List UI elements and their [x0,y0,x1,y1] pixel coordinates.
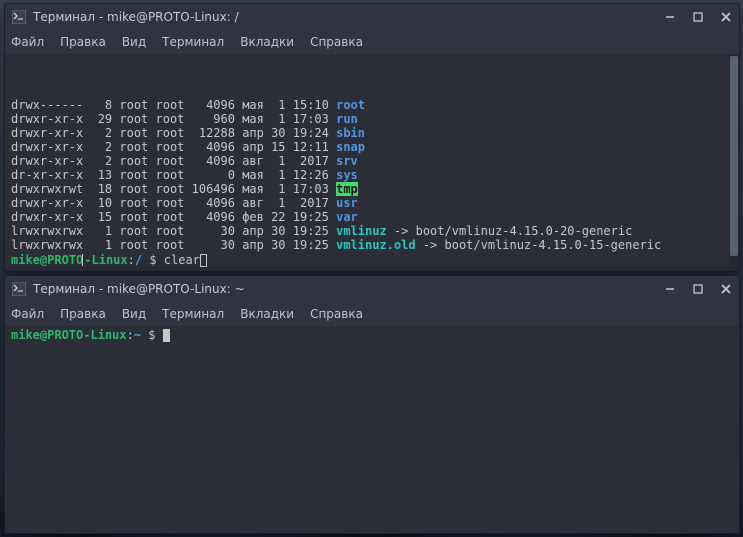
ls-row: drwxr-xr-x 2 root root 4096 авг 1 2017 s… [11,154,735,168]
terminal-icon [11,281,27,297]
window-title: Терминал - mike@PROTO-Linux: / [33,10,657,24]
minimize-button[interactable] [663,10,677,24]
menu-file[interactable]: Файл [11,35,44,49]
window-title: Терминал - mike@PROTO-Linux: ~ [33,282,657,296]
window-controls [663,282,733,296]
terminal-icon [11,9,27,25]
ls-row: drwxr-xr-x 10 root root 4096 авг 1 2017 … [11,196,735,210]
terminal-output[interactable]: drwx------ 8 root root 4096 мая 1 15:10 … [5,54,739,271]
scrollbar-thumb[interactable] [730,56,738,256]
menu-view[interactable]: Вид [122,35,146,49]
ls-row: drwxr-xr-x 15 root root 4096 фев 22 19:2… [11,210,735,224]
menu-help[interactable]: Справка [310,35,363,49]
ls-row: lrwxrwxrwx 1 root root 30 апр 30 19:25 v… [11,224,735,238]
maximize-button[interactable] [691,282,705,296]
close-button[interactable] [719,282,733,296]
ls-row: drwx------ 8 root root 4096 мая 1 15:10 … [11,98,735,112]
menu-edit[interactable]: Правка [60,307,106,321]
scrollbar[interactable] [729,54,739,271]
menu-terminal[interactable]: Терминал [162,307,224,321]
menu-tabs[interactable]: Вкладки [240,307,294,321]
menubar: Файл Правка Вид Терминал Вкладки Справка [5,302,739,326]
ls-row: drwxr-xr-x 29 root root 960 мая 1 17:03 … [11,112,735,126]
menu-edit[interactable]: Правка [60,35,106,49]
ls-row: drwxr-xr-x 2 root root 12288 апр 30 19:2… [11,126,735,140]
ls-row: dr-xr-xr-x 13 root root 0 мая 1 12:26 sy… [11,168,735,182]
text-caret-icon [82,254,84,266]
minimize-button[interactable] [663,282,677,296]
cursor [200,254,207,267]
window-controls [663,10,733,24]
cursor [163,329,170,342]
menubar: Файл Правка Вид Терминал Вкладки Справка [5,30,739,54]
terminal-output[interactable]: mike@PROTO-Linux:~ $ [5,326,739,533]
prompt-line[interactable]: mike@PROTO-Linux:~ $ [11,328,735,342]
menu-file[interactable]: Файл [11,307,44,321]
menu-terminal[interactable]: Терминал [162,35,224,49]
menu-view[interactable]: Вид [122,307,146,321]
ls-row: drwxrwxrwt 18 root root 106496 мая 1 17:… [11,182,735,196]
prompt-line[interactable]: mike@PROTO-Linux:/ $ clear [11,252,735,267]
close-button[interactable] [719,10,733,24]
terminal-window-top: Терминал - mike@PROTO-Linux: / Файл Прав… [4,3,740,272]
ls-row: lrwxrwxrwx 1 root root 30 апр 30 19:25 v… [11,238,735,252]
maximize-button[interactable] [691,10,705,24]
titlebar[interactable]: Терминал - mike@PROTO-Linux: / [5,4,739,30]
titlebar[interactable]: Терминал - mike@PROTO-Linux: ~ [5,276,739,302]
menu-help[interactable]: Справка [310,307,363,321]
menu-tabs[interactable]: Вкладки [240,35,294,49]
terminal-window-bottom: Терминал - mike@PROTO-Linux: ~ Файл Прав… [4,275,740,534]
ls-row: drwxr-xr-x 2 root root 4096 апр 15 12:11… [11,140,735,154]
